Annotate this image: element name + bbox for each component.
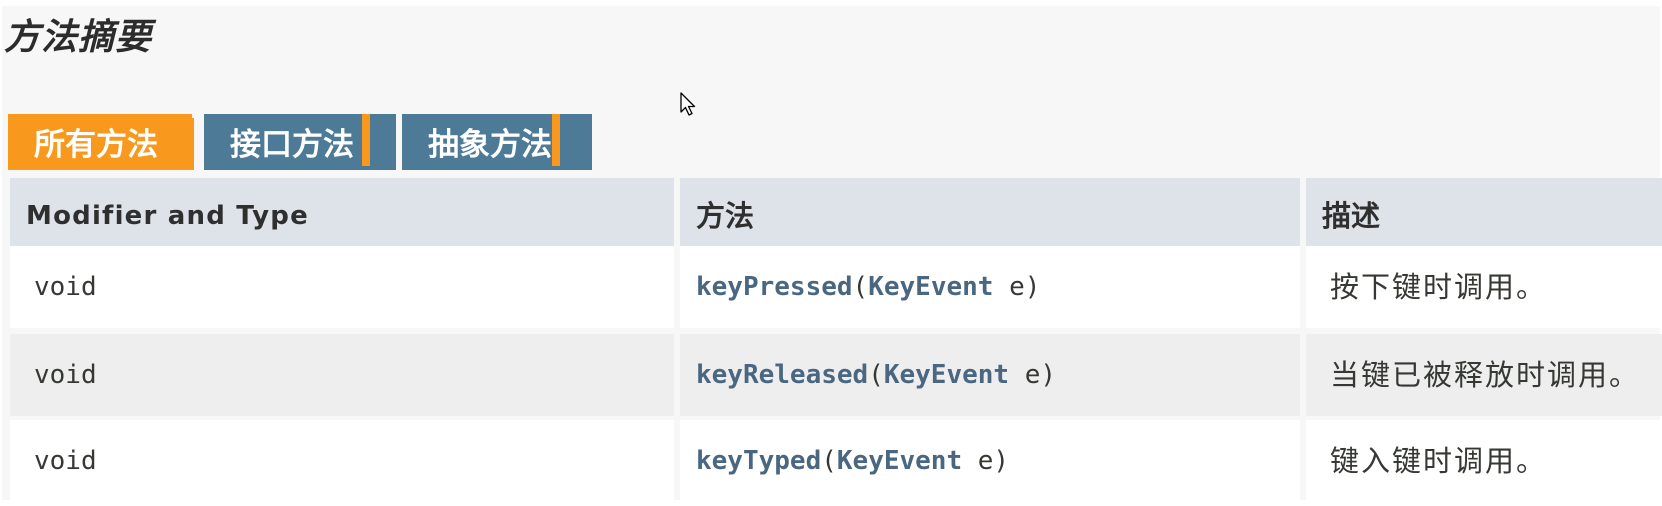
param-name: e) <box>993 272 1041 302</box>
tab-all-methods-edge <box>186 118 194 170</box>
param-name: e) <box>1009 360 1057 390</box>
method-link-keytyped[interactable]: keyTyped <box>696 446 821 476</box>
param-type-link[interactable]: KeyEvent <box>884 360 1009 390</box>
modifier-type-cell: void <box>10 334 674 416</box>
mouse-pointer-icon <box>680 92 696 116</box>
method-summary-table: Modifier and Type 方法 描述 void keyPressed(… <box>10 178 1662 500</box>
method-link-keyreleased[interactable]: keyReleased <box>696 360 868 390</box>
method-open-paren: ( <box>821 446 837 476</box>
tab-abstract-methods-label: 抽象方法 <box>428 127 552 163</box>
tab-abstract-methods-edge <box>552 114 560 166</box>
modifier-type-cell: void <box>10 420 674 500</box>
method-open-paren: ( <box>852 272 869 302</box>
method-cell: keyReleased(KeyEvent e) <box>680 334 1300 416</box>
column-header-method: 方法 <box>680 178 1300 246</box>
modifier-type-cell: void <box>10 246 674 328</box>
table-row: void keyPressed(KeyEvent e) 按下键时调用。 <box>10 246 1662 328</box>
tab-interface-methods-edge <box>362 114 370 166</box>
param-type-link[interactable]: KeyEvent <box>837 446 962 476</box>
description-cell: 按下键时调用。 <box>1306 246 1662 328</box>
method-open-paren: ( <box>868 360 884 390</box>
method-summary-heading: 方法摘要 <box>4 17 153 58</box>
param-type-link[interactable]: KeyEvent <box>868 272 993 302</box>
tab-abstract-methods[interactable]: 抽象方法 <box>402 114 592 170</box>
method-cell: keyTyped(KeyEvent e) <box>680 420 1300 500</box>
method-cell: keyPressed(KeyEvent e) <box>680 246 1300 328</box>
tab-interface-methods-label: 接口方法 <box>230 127 354 163</box>
method-link-keypressed[interactable]: keyPressed <box>696 272 853 302</box>
table-row: void keyTyped(KeyEvent e) 键入键时调用。 <box>10 420 1662 500</box>
tab-all-methods-label: 所有方法 <box>34 127 158 163</box>
table-row: void keyReleased(KeyEvent e) 当键已被释放时调用。 <box>10 334 1662 416</box>
column-header-modifier-type: Modifier and Type <box>10 178 674 246</box>
column-header-description: 描述 <box>1306 178 1662 246</box>
description-cell: 当键已被释放时调用。 <box>1306 334 1662 416</box>
tab-all-methods[interactable]: 所有方法 <box>8 114 192 170</box>
param-name: e) <box>962 446 1010 476</box>
description-cell: 键入键时调用。 <box>1306 420 1662 500</box>
